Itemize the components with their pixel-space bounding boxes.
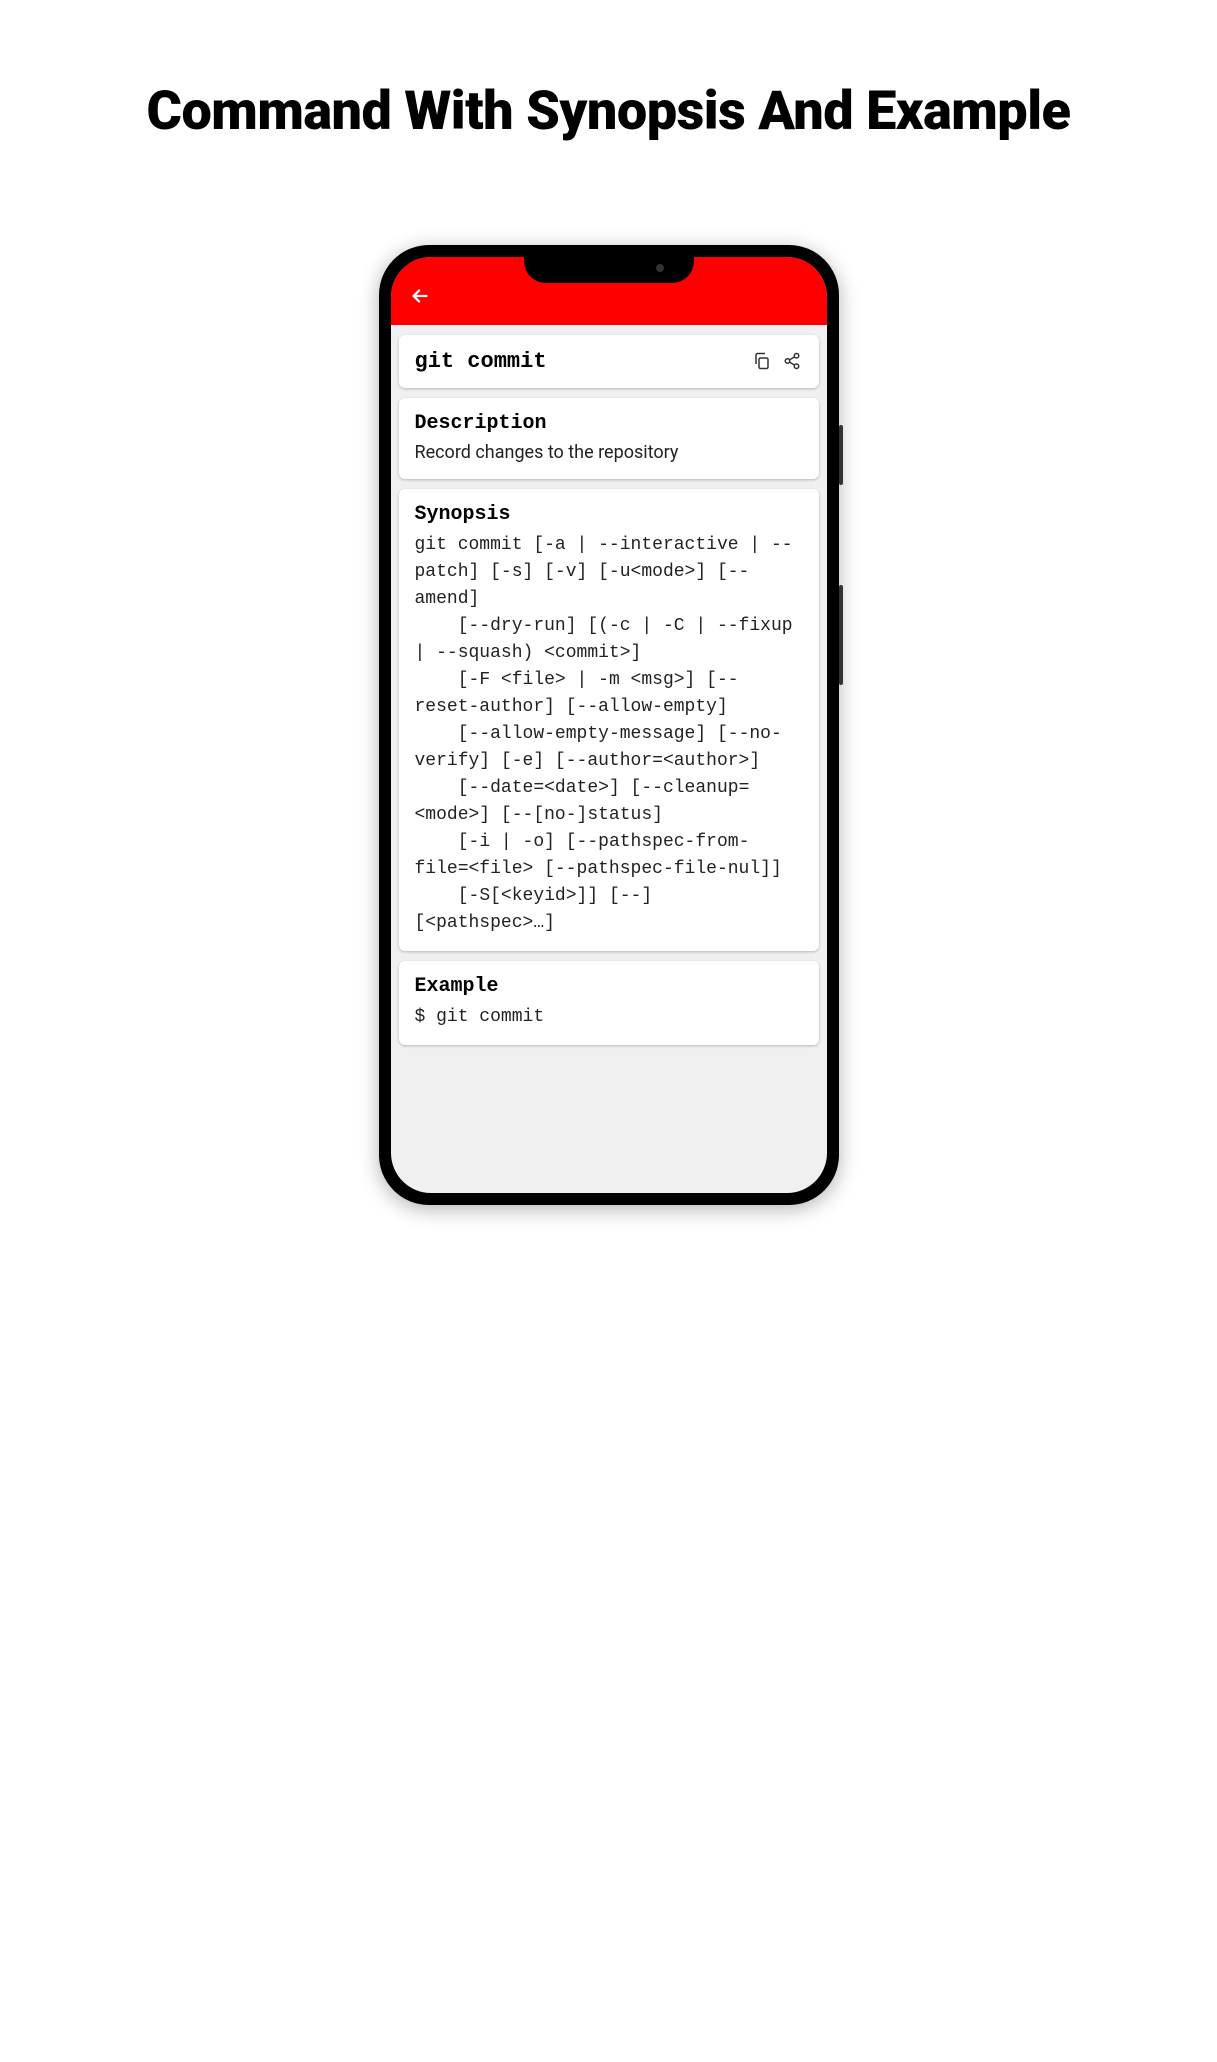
synopsis-text: git commit [-a | --interactive | --patch…	[415, 532, 803, 937]
command-name: git commit	[415, 349, 547, 374]
content-area: git commit	[391, 325, 827, 1055]
back-arrow-icon[interactable]	[409, 285, 431, 311]
description-text: Record changes to the repository	[415, 441, 803, 465]
phone-side-button	[839, 425, 843, 485]
description-label: Description	[415, 412, 803, 435]
example-label: Example	[415, 975, 803, 998]
action-icons	[751, 350, 803, 372]
phone-side-button	[839, 585, 843, 685]
phone-frame: git commit	[379, 245, 839, 1205]
phone-notch	[524, 257, 694, 283]
example-text: $ git commit	[415, 1004, 803, 1031]
page-heading: Command With Synopsis And Example	[0, 0, 1217, 185]
share-icon[interactable]	[781, 350, 803, 372]
copy-icon[interactable]	[751, 350, 773, 372]
example-card: Example $ git commit	[399, 961, 819, 1045]
phone-screen: git commit	[391, 257, 827, 1193]
synopsis-label: Synopsis	[415, 503, 803, 526]
synopsis-card: Synopsis git commit [-a | --interactive …	[399, 489, 819, 951]
command-title-card: git commit	[399, 335, 819, 388]
description-card: Description Record changes to the reposi…	[399, 398, 819, 479]
